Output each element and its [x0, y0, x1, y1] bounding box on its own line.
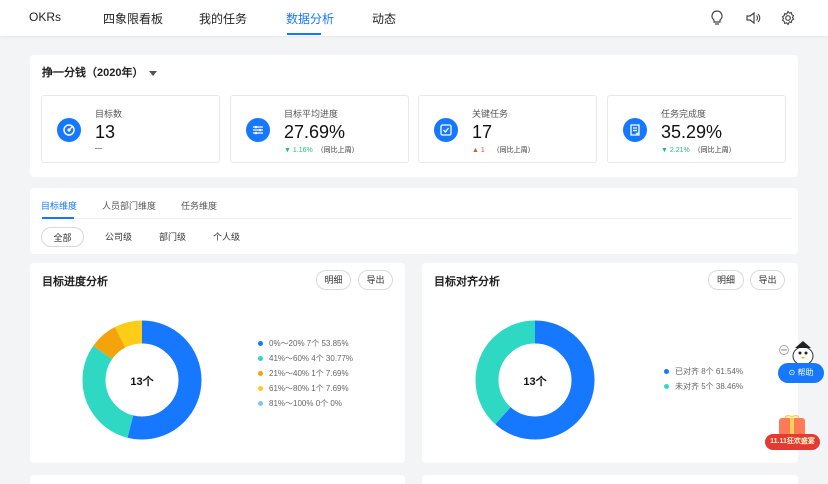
progress-export-button[interactable]: 导出 [358, 270, 393, 290]
legend-label: 41%～60% 4个 30.77% [269, 354, 354, 363]
speaker-icon[interactable] [744, 9, 762, 27]
legend-label: 0%～20% 7个 53.85% [269, 339, 349, 348]
stat-card-avg-progress[interactable]: 目标平均进度 27.69% ▼ 1.16% （同比上周） [230, 95, 409, 163]
legend-label: 未对齐 5个 38.46% [675, 382, 744, 391]
stat-note: （同比上周） [693, 147, 736, 154]
progress-legend-item[interactable]: 41%～60% 4个 30.77% [258, 351, 353, 366]
stat-value: 35.29% [661, 122, 723, 142]
nav-activity[interactable]: 动态 [372, 10, 396, 27]
filter-department-level[interactable]: 部门级 [159, 227, 186, 247]
document-check-icon [623, 118, 647, 142]
progress-legend-item[interactable]: 81%～100% 0个 0% [258, 396, 353, 411]
top-nav: OKRs 四象限看板 我的任务 数据分析 动态 [0, 0, 828, 36]
progress-legend: 0%～20% 7个 53.85% 41%～60% 4个 30.77% 21%～40%… [258, 336, 353, 411]
alignment-panel-title: 目标对齐分析 [434, 276, 500, 288]
legend-dot-icon [258, 401, 263, 407]
nav-my-tasks[interactable]: 我的任务 [199, 10, 247, 27]
alignment-legend-item[interactable]: 已对齐 8个 61.54% [664, 364, 743, 379]
caret-down-icon [149, 70, 158, 76]
stat-label: 目标平均进度 [284, 109, 339, 119]
triangle-down-icon: ▼ [284, 147, 291, 154]
stat-card-task-completion[interactable]: 任务完成度 35.29% ▼ 2.21% （同比上周） [607, 95, 786, 163]
mascot-icon[interactable] [790, 338, 816, 366]
legend-dot-icon [258, 356, 263, 362]
gear-icon[interactable] [779, 9, 797, 27]
stat-note: （同比上周） [316, 147, 359, 154]
alignment-detail-button[interactable]: 明细 [708, 270, 744, 290]
nav-data-analysis[interactable]: 数据分析 [286, 10, 334, 27]
tab-goal-dimension[interactable]: 目标维度 [41, 199, 77, 212]
progress-detail-button[interactable]: 明细 [316, 270, 351, 290]
triangle-up-icon: ▲ [472, 147, 479, 154]
more-icon[interactable] [779, 345, 789, 355]
filter-all[interactable]: 全部 [41, 227, 84, 247]
check-square-icon [434, 118, 458, 142]
lightbulb-icon[interactable] [708, 9, 726, 27]
stat-change: ▼ 1.16% （同比上周） [284, 145, 359, 155]
stat-change-value: 1 [480, 147, 485, 154]
legend-dot-icon [664, 369, 669, 375]
nav-active-underline [287, 33, 321, 35]
sliders-icon [246, 118, 270, 142]
stat-note: — [95, 145, 102, 152]
stat-label: 任务完成度 [661, 109, 707, 119]
alignment-export-button[interactable]: 导出 [750, 270, 785, 290]
stat-change-value: 1.16% [292, 147, 313, 154]
stat-label: 关键任务 [472, 109, 509, 119]
tab-people-department-dimension[interactable]: 人员部门维度 [102, 199, 156, 212]
stat-note: （同比上周） [492, 147, 535, 154]
legend-label: 已对齐 8个 61.54% [675, 367, 744, 376]
tab-active-underline [42, 217, 74, 219]
alignment-legend: 已对齐 8个 61.54% 未对齐 5个 38.46% [664, 364, 743, 394]
stat-value: 13 [95, 122, 116, 142]
stat-value: 17 [472, 122, 493, 142]
nav-quadrant-board[interactable]: 四象限看板 [103, 10, 163, 27]
dimension-tabs-card [30, 188, 798, 254]
period-label: 挣一分钱（2020年） [42, 67, 144, 79]
legend-dot-icon [664, 384, 669, 390]
stat-label: 目标数 [95, 109, 123, 119]
progress-panel-title: 目标进度分析 [42, 276, 108, 288]
stat-change: ▼ 2.21% （同比上周） [661, 145, 736, 155]
alignment-legend-item[interactable]: 未对齐 5个 38.46% [664, 379, 743, 394]
tab-divider [42, 218, 792, 219]
next-panel-left [30, 475, 405, 484]
legend-label: 81%～100% 0个 0% [269, 399, 342, 408]
filter-personal-level[interactable]: 个人级 [213, 227, 240, 247]
target-icon [57, 118, 81, 142]
legend-label: 61%～80% 1个 7.69% [269, 384, 349, 393]
progress-legend-item[interactable]: 21%～40% 1个 7.69% [258, 366, 353, 381]
stat-card-goal-count[interactable]: 目标数 13 — [41, 95, 220, 163]
help-button[interactable]: ⊙ 帮助 [778, 363, 824, 383]
progress-donut-center-label: 13个 [130, 376, 154, 388]
stat-change-value: 2.21% [669, 147, 690, 154]
progress-legend-item[interactable]: 0%～20% 7个 53.85% [258, 336, 353, 351]
promo-banner[interactable]: 11.11狂欢盛宴 [765, 434, 820, 450]
nav-okrs[interactable]: OKRs [29, 10, 61, 24]
triangle-down-icon: ▼ [661, 147, 668, 154]
stat-value: 27.69% [284, 122, 346, 142]
legend-label: 21%～40% 1个 7.69% [269, 369, 349, 378]
alignment-donut-center-label: 13个 [523, 376, 547, 388]
progress-legend-item[interactable]: 61%～80% 1个 7.69% [258, 381, 353, 396]
legend-dot-icon [258, 371, 263, 377]
tab-task-dimension[interactable]: 任务维度 [181, 199, 217, 212]
stat-card-key-tasks[interactable]: 关键任务 17 ▲ 1 （同比上周） [418, 95, 597, 163]
stat-change: ▲ 1 （同比上周） [472, 145, 535, 155]
filter-company-level[interactable]: 公司级 [105, 227, 132, 247]
next-panel-right [422, 475, 798, 484]
legend-dot-icon [258, 386, 263, 392]
legend-dot-icon [258, 341, 263, 347]
period-selector[interactable]: 挣一分钱（2020年） [42, 64, 158, 80]
